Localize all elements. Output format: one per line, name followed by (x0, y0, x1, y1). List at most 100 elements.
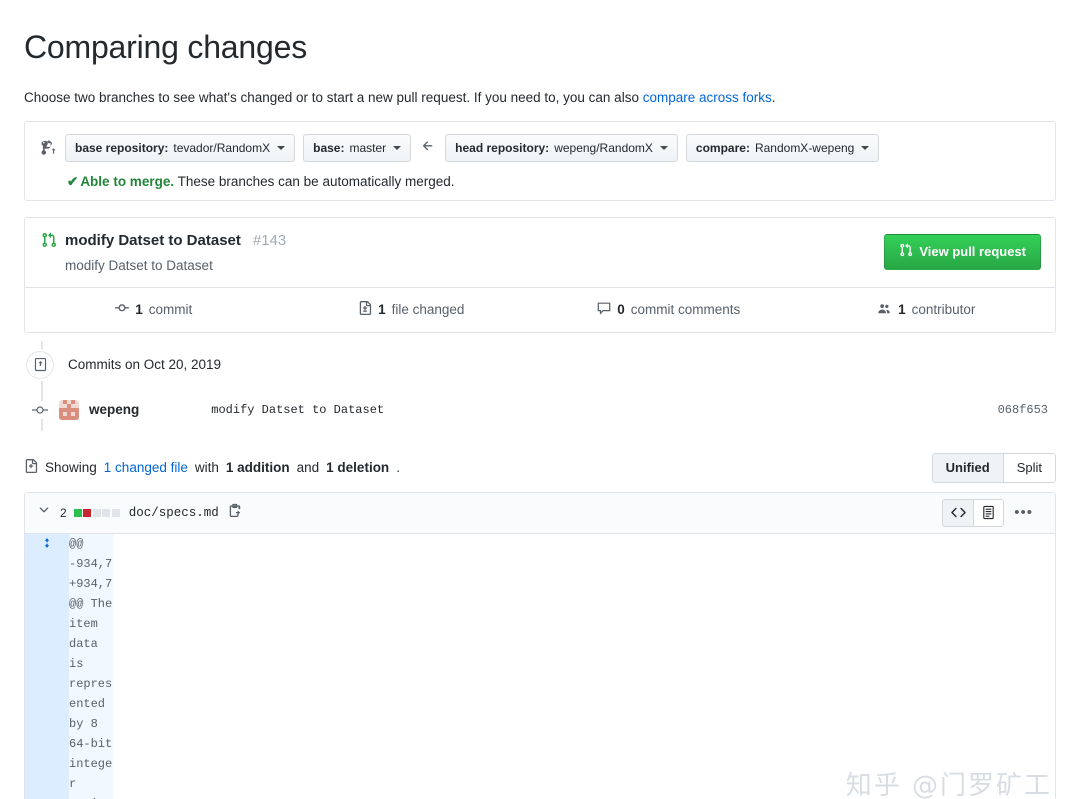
base-repository-value: tevador/RandomX (173, 140, 271, 155)
hunk-expand-cell[interactable] (25, 533, 69, 799)
compare-branch-label: compare: (695, 140, 750, 155)
branch-selector-row: base repository: tevador/RandomX base: m… (39, 133, 1041, 162)
stat-commit-comments[interactable]: 0 commit comments (540, 301, 798, 318)
compare-branch-select[interactable]: compare: RandomX-wepeng (685, 133, 880, 162)
base-repository-label: base repository: (75, 140, 169, 155)
commits-timeline: Commits on Oct 20, 2019 wepeng modify Da… (24, 340, 1056, 431)
arrow-left-icon (419, 139, 437, 156)
stat-contributors[interactable]: 1 contributor (798, 301, 1056, 319)
diff-file-name[interactable]: doc/specs.md (129, 506, 219, 520)
head-repository-value: wepeng/RandomX (554, 140, 653, 155)
diff-header-actions: ••• (942, 498, 1043, 527)
merge-status-rest: These branches can be automatically merg… (174, 173, 455, 189)
commits-group-date: Commits on Oct 20, 2019 (68, 357, 222, 373)
pull-request-icon (41, 232, 57, 248)
base-repository-select[interactable]: base repository: tevador/RandomX (65, 133, 296, 162)
diff-table-body: @@ -934,7 +934,7 @@ The item data is rep… (25, 533, 1055, 799)
page-subtitle-period: . (771, 89, 776, 105)
compare-changes-page: Comparing changes Choose two branches to… (0, 21, 1080, 799)
showing-prefix: Showing (45, 460, 97, 476)
showing-middle: with (194, 460, 219, 476)
diff-change-count: 2 (60, 505, 67, 520)
stat-commits[interactable]: 1 commit (25, 301, 283, 318)
compare-across-forks-link[interactable]: compare across forks (643, 90, 772, 105)
head-repository-label: head repository: (455, 140, 550, 155)
diff-view-toggle: Unified Split (931, 452, 1056, 483)
diff-hunk-header-row: @@ -934,7 +934,7 @@ The item data is rep… (25, 533, 1055, 799)
commit-dot-icon (31, 400, 49, 419)
changed-files-link[interactable]: 1 changed file (104, 460, 188, 475)
people-icon (877, 301, 892, 319)
pull-request-number: #143 (252, 231, 287, 249)
avatar (59, 399, 79, 420)
commits-group-header: Commits on Oct 20, 2019 (24, 341, 1056, 389)
stat-comments-count: 0 (617, 302, 625, 318)
view-source-button[interactable] (943, 499, 974, 526)
comment-icon (597, 301, 611, 318)
diff-stat-empty-block (111, 508, 120, 517)
chevron-down-icon (659, 145, 668, 150)
branch-selection-box: base repository: tevador/RandomX base: m… (24, 120, 1056, 201)
showing-suffix: . (396, 460, 400, 476)
commit-row: wepeng modify Datset to Dataset 068f653 (24, 389, 1056, 431)
check-icon: ✔ (67, 173, 79, 189)
stat-commits-label: commit (148, 302, 193, 318)
merge-status-strong: Able to merge. (80, 173, 175, 189)
chevron-down-icon[interactable] (37, 503, 51, 522)
diff-stat-empty-block (92, 508, 101, 517)
base-branch-select[interactable]: base: master (303, 133, 412, 162)
head-repository-select[interactable]: head repository: wepeng/RandomX (445, 133, 678, 162)
commit-icon (115, 301, 130, 318)
diff-file-container: 2 doc/specs.md ••• @@ -934,7 +934,7 @@ T… (24, 491, 1056, 799)
stat-files-count: 1 (378, 302, 386, 318)
stat-contributors-label: contributor (911, 302, 976, 318)
view-rich-diff-button[interactable] (973, 499, 1004, 526)
pull-request-title[interactable]: modify Datset to Dataset (65, 232, 241, 249)
pull-request-stats-bar: 1 commit 1 file changed 0 commit comment… (25, 286, 1056, 332)
pull-request-icon-small (899, 243, 913, 261)
stat-commits-count: 1 (135, 302, 143, 318)
diff-table: @@ -934,7 +934,7 @@ The item data is rep… (25, 533, 1055, 799)
hunk-header-text: @@ -934,7 +934,7 @@ The item data is rep… (69, 533, 113, 799)
view-pull-request-button[interactable]: View pull request (884, 233, 1041, 270)
stat-files-label: file changed (391, 302, 465, 318)
file-diff-icon (358, 301, 372, 318)
page-title: Comparing changes (24, 29, 307, 66)
commit-message[interactable]: modify Datset to Dataset (211, 403, 384, 417)
expand-up-down-icon (41, 536, 53, 556)
page-subtitle-text: Choose two branches to see what's change… (24, 89, 643, 105)
stat-contributors-count: 1 (898, 302, 906, 318)
diff-stat-del-block (83, 508, 92, 517)
base-branch-value: master (349, 140, 387, 155)
copy-path-icon[interactable] (228, 503, 242, 522)
pull-request-header: modify Datset to Dataset #143 modify Dat… (25, 218, 1055, 287)
file-icon (24, 459, 38, 476)
view-split-button[interactable]: Split (1002, 453, 1055, 482)
chevron-down-icon (393, 145, 402, 150)
page-subtitle: Choose two branches to see what's change… (24, 89, 1056, 107)
commit-author[interactable]: wepeng (89, 402, 139, 417)
chevron-down-icon (861, 145, 870, 150)
diff-stat-blocks (73, 508, 120, 517)
commit-group-icon (24, 348, 56, 381)
stat-comments-label: commit comments (630, 302, 741, 318)
merge-status: ✔ Able to merge. These branches can be au… (39, 174, 1041, 190)
view-pull-request-label: View pull request (919, 243, 1026, 259)
diff-file-header: 2 doc/specs.md ••• (25, 492, 1055, 534)
diff-view-mode-group (942, 498, 1005, 527)
compare-icon (39, 139, 57, 157)
stat-files-changed[interactable]: 1 file changed (283, 301, 541, 318)
showing-deletions: 1 deletion (326, 460, 390, 476)
showing-conj: and (296, 460, 320, 476)
showing-additions: 1 addition (225, 460, 290, 476)
compare-branch-value: RandomX-wepeng (754, 140, 855, 155)
diff-summary-text: Showing 1 changed file with 1 addition a… (24, 459, 400, 476)
commit-sha[interactable]: 068f653 (998, 403, 1056, 417)
diff-stat-empty-block (102, 508, 111, 517)
diff-stat-add-block (73, 508, 82, 517)
chevron-down-icon (277, 145, 286, 150)
view-unified-button[interactable]: Unified (932, 453, 1003, 482)
diff-summary-row: Showing 1 changed file with 1 addition a… (24, 452, 1056, 483)
base-branch-label: base: (313, 140, 345, 155)
more-options-button[interactable]: ••• (1004, 505, 1043, 520)
